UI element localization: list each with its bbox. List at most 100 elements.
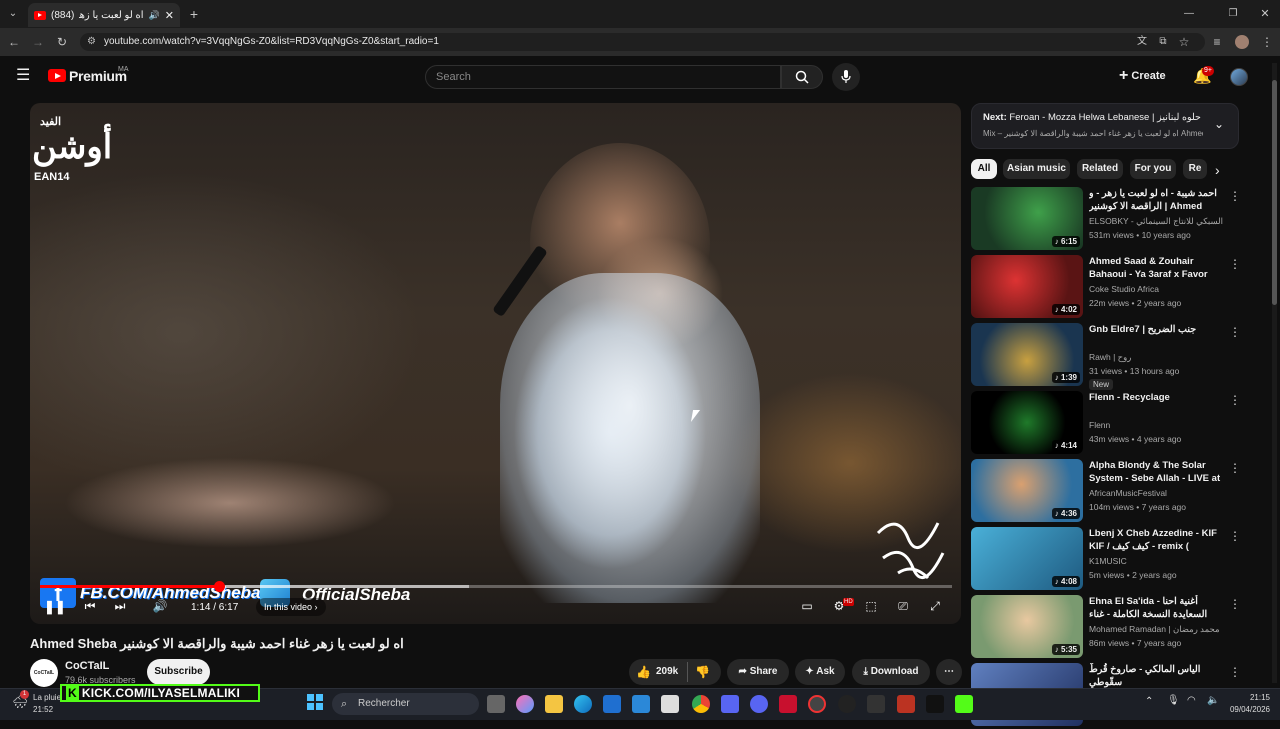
translate-icon[interactable]: 文 (1133, 33, 1151, 51)
tab-list-chevron-icon[interactable]: ⌄ (4, 5, 22, 23)
clock-date[interactable]: 09/04/2026 (1222, 705, 1270, 714)
video-thumbnail[interactable]: ♪ 6:15 (971, 187, 1083, 250)
video-player[interactable]: الفيد أوشن EAN14 f FB.COM/AhmedSheba808 … (30, 103, 961, 624)
recommendation-title[interactable]: Gnb Eldre7 | جنب الضريح (1089, 323, 1227, 336)
recommendation-item[interactable]: ♪ 4:14 Flenn - Recyclage Flenn 43m views • … (971, 391, 1241, 457)
theater-mode-icon[interactable]: ⬚ (862, 599, 880, 613)
close-window-icon[interactable]: ✕ (1256, 5, 1274, 23)
microphone-tray-icon[interactable]: 🎙 (1167, 695, 1180, 706)
ask-button[interactable]: ✦ Ask (795, 659, 845, 685)
taskbar-search-box[interactable]: ⌕ Rechercher (332, 693, 479, 715)
recommendation-channel[interactable]: AfricanMusicFestival (1089, 488, 1229, 498)
clock-time[interactable]: 21:15 (1222, 693, 1270, 702)
fullscreen-icon[interactable]: ⤢ (926, 599, 944, 614)
windows-start-icon[interactable] (307, 694, 323, 710)
more-options-icon[interactable]: ⋮ (1229, 461, 1241, 475)
app-5-icon[interactable] (926, 695, 944, 713)
back-icon[interactable]: ← (5, 33, 23, 51)
volume-icon[interactable]: 🔊 (152, 599, 168, 613)
audio-icon[interactable]: 🔊 (149, 10, 160, 21)
recommendation-channel[interactable]: K1MUSIC (1089, 556, 1229, 566)
browser-tab[interactable]: (884) اه لو لعبت يا زهر غناء 🔊 ✕ (28, 3, 180, 27)
more-options-icon[interactable]: ⋮ (1229, 393, 1241, 407)
expand-chevron-icon[interactable]: ⌄ (1214, 117, 1224, 131)
chip-partial[interactable]: Re (1183, 159, 1207, 179)
scrubber-handle[interactable] (213, 581, 225, 592)
file-explorer-icon[interactable] (545, 695, 563, 713)
search-input[interactable]: Search (425, 65, 781, 89)
recommendation-title[interactable]: Lbenj X Cheb Azzedine - KIF KIF / كيف كي… (1089, 527, 1227, 554)
previous-icon[interactable]: ⏮ (82, 599, 98, 614)
video-thumbnail[interactable]: ♪ 5:35 (971, 595, 1083, 658)
next-icon[interactable]: ⏭ (112, 599, 128, 614)
subscribe-button[interactable]: Subscribe (147, 659, 210, 685)
chips-next-arrow-icon[interactable]: › (1215, 162, 1220, 178)
recommendation-channel[interactable]: Mohamed Ramadan | محمد رمضان (1089, 624, 1229, 635)
share-button[interactable]: ➦ Share (727, 659, 789, 685)
up-next-mix-panel[interactable]: Next: Feroan - Mozza Helwa Lebanese | مز… (971, 103, 1239, 149)
cast-tv-icon[interactable]: ⎚ (894, 599, 912, 614)
app-4-icon[interactable] (897, 695, 915, 713)
chip-related[interactable]: Related (1077, 159, 1123, 179)
video-thumbnail[interactable]: ♪ 4:14 (971, 391, 1083, 454)
youtube-logo-icon[interactable] (48, 69, 66, 82)
recommendation-item[interactable]: ♪ 4:36 Alpha Blondy & The Solar System - … (971, 459, 1241, 525)
video-thumbnail[interactable]: ♪ 1:39 (971, 323, 1083, 386)
outlook-icon[interactable] (632, 695, 650, 713)
app-icon[interactable] (661, 695, 679, 713)
channel-avatar[interactable]: CoCTaIL (30, 659, 58, 687)
chip-for-you[interactable]: For you (1130, 159, 1176, 179)
gamepad-icon[interactable] (721, 695, 739, 713)
site-info-icon[interactable]: ⚙ (87, 33, 96, 51)
cast-icon[interactable]: ⧉ (1154, 33, 1172, 51)
page-scrollbar-thumb[interactable] (1272, 80, 1277, 305)
obs-icon[interactable] (808, 695, 826, 713)
recommendation-title[interactable]: احمد شيبة - اه لو لعبت يا زهر - و الراقص… (1089, 187, 1227, 214)
bookmark-star-icon[interactable]: ☆ (1175, 33, 1193, 51)
in-this-video-chip[interactable]: In this video › (256, 598, 326, 616)
pause-icon[interactable]: ❚❚ (44, 599, 66, 615)
copilot-icon[interactable] (516, 695, 534, 713)
maximize-icon[interactable]: ❐ (1224, 5, 1242, 23)
chrome-icon[interactable] (692, 695, 710, 713)
subtitles-icon[interactable]: ▭ (798, 599, 816, 613)
adobe-icon[interactable] (779, 695, 797, 713)
forward-icon[interactable]: → (29, 33, 47, 51)
discord-icon[interactable] (750, 695, 768, 713)
more-actions-button[interactable]: ⋯ (936, 659, 962, 685)
reload-icon[interactable]: ↻ (53, 33, 71, 51)
url-field[interactable]: ⚙ youtube.com/watch?v=3VqqNgGs-Z0&list=R… (80, 33, 1205, 51)
recommendation-item[interactable]: ♪ 4:02 Ahmed Saad & Zouhair Bahaoui - Ya … (971, 255, 1241, 321)
more-options-icon[interactable]: ⋮ (1229, 665, 1241, 679)
download-button[interactable]: ⤓ Download (852, 659, 930, 685)
more-options-icon[interactable]: ⋮ (1229, 325, 1241, 339)
kick-app-icon[interactable] (955, 695, 973, 713)
edge-icon[interactable] (574, 695, 592, 713)
account-avatar[interactable] (1230, 68, 1248, 86)
app-3-icon[interactable] (867, 695, 885, 713)
recommendation-title[interactable]: Ahmed Saad & Zouhair Bahaoui - Ya 3araf … (1089, 255, 1227, 282)
task-view-icon[interactable] (487, 695, 505, 713)
app-2-icon[interactable] (838, 695, 856, 713)
dislike-icon[interactable]: 👎 (695, 665, 710, 679)
recommendation-item[interactable]: ♪ 5:35 Ehna El Sa'ida - أغنية احنا السعاي… (971, 595, 1241, 661)
wifi-icon[interactable]: ◠ (1187, 695, 1196, 706)
recommendation-item[interactable]: ♪ 1:39 Gnb Eldre7 | جنب الضريح Rawh | روح 3… (971, 323, 1241, 390)
channel-name[interactable]: CoCTaIL (65, 660, 109, 672)
more-options-icon[interactable]: ⋮ (1229, 189, 1241, 203)
like-count[interactable]: 209k (656, 666, 678, 677)
minimize-icon[interactable]: — (1180, 5, 1198, 23)
chip-asian-music[interactable]: Asian music (1003, 159, 1070, 179)
recommendation-channel[interactable]: ELSOBKY - السبكي للانتاج السينمائي (1089, 216, 1229, 227)
hamburger-menu-icon[interactable]: ☰ (16, 68, 30, 84)
reading-list-icon[interactable]: ≡ (1208, 33, 1226, 51)
recommendation-channel[interactable]: Rawh | روح (1089, 352, 1229, 363)
recommendation-title[interactable]: Ehna El Sa'ida - أغنية احنا السعايدة الن… (1089, 595, 1227, 622)
chip-all[interactable]: All (971, 159, 997, 179)
recommendation-channel[interactable]: Coke Studio Africa (1089, 284, 1229, 294)
more-options-icon[interactable]: ⋮ (1229, 257, 1241, 271)
video-thumbnail[interactable]: ♪ 4:08 (971, 527, 1083, 590)
search-button[interactable] (781, 65, 823, 89)
new-tab-icon[interactable]: + (185, 5, 203, 23)
store-icon[interactable] (603, 695, 621, 713)
